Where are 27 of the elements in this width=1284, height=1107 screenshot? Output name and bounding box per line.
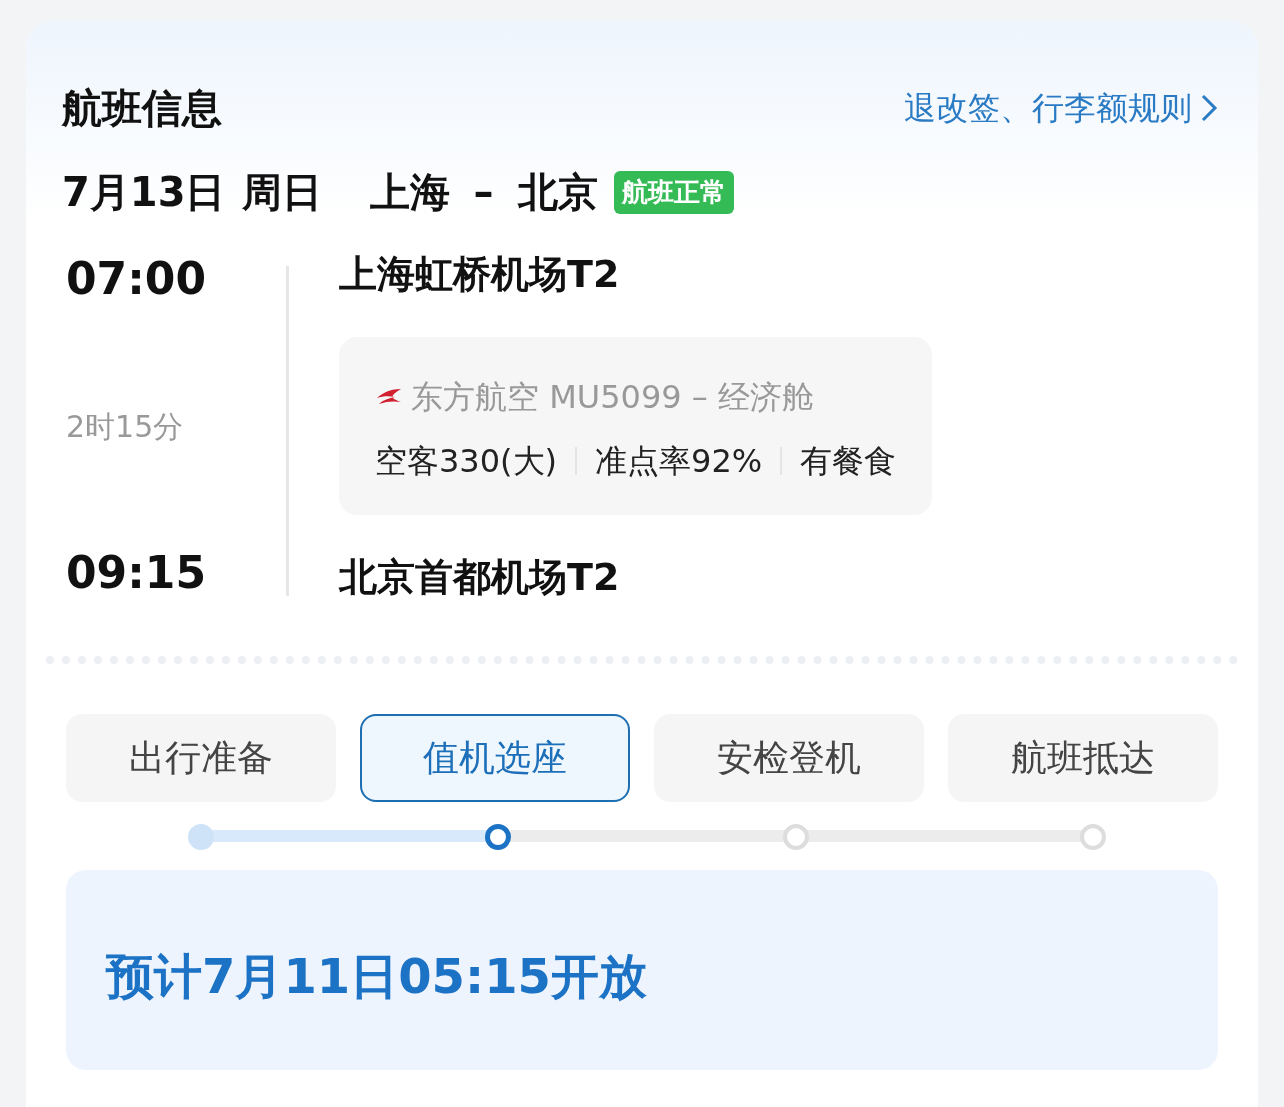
route-weekday: 周日 xyxy=(241,168,322,217)
destination-city: 北京 xyxy=(517,168,598,217)
aircraft-detail: 空客330(大) xyxy=(375,441,558,482)
section-title: 航班信息 xyxy=(62,84,222,133)
stage-dot xyxy=(485,824,512,850)
stage-tab[interactable]: 出行准备 xyxy=(66,714,336,802)
status-badge: 航班正常 xyxy=(613,170,734,214)
rules-link[interactable]: 退改签、行李额规则 xyxy=(904,84,1218,132)
check-in-notice: 预计7月11日05:15开放 xyxy=(66,870,1218,1070)
route-dash: – xyxy=(473,168,494,217)
stage-tab[interactable]: 航班抵达 xyxy=(948,714,1218,802)
origin-city: 上海 xyxy=(369,168,450,217)
departure-time: 07:00 xyxy=(66,252,208,306)
departure-airport: 上海虹桥机场T2 xyxy=(339,251,620,298)
flight-duration: 2时15分 xyxy=(66,407,185,446)
airline-info: 东方航空 MU5099 – 经济舱 xyxy=(411,377,814,418)
arrival-time: 09:15 xyxy=(66,546,208,600)
stage-dot xyxy=(1080,824,1106,850)
stage-tab[interactable]: 安检登机 xyxy=(654,714,924,802)
stage-tab[interactable]: 值机选座 xyxy=(360,714,630,802)
stage-dot xyxy=(188,824,214,850)
arrival-airport: 北京首都机场T2 xyxy=(339,554,620,601)
aircraft-detail: 准点率92% xyxy=(595,441,763,482)
aircraft-detail: 有餐食 xyxy=(800,441,897,482)
chevron-right-icon xyxy=(1200,93,1218,123)
route-date: 7月13日 xyxy=(62,168,226,217)
stage-dot xyxy=(782,824,809,850)
